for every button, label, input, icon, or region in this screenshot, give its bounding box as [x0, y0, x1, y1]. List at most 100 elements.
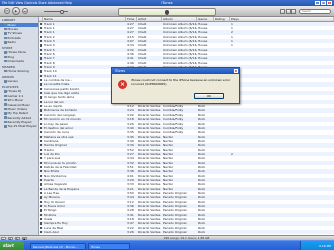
checkmark-icon[interactable]: ✓ — [40, 205, 43, 208]
checkmark-icon[interactable]: ✓ — [40, 157, 43, 160]
sidebar: LIBRARY Music Movies TV Shows Podcasts Radio S… — [0, 17, 39, 235]
previous-track-button[interactable]: ⏮ — [4, 8, 10, 14]
sidebar-item-icon — [4, 125, 7, 128]
sidebar-item-icon — [4, 116, 7, 119]
volume-slider[interactable] — [44, 11, 68, 13]
checkmark-icon[interactable]: ✓ — [40, 131, 43, 134]
checkmark-icon[interactable]: ✓ — [40, 170, 43, 173]
taskbar-item-recoveryboot[interactable]: RecoveryBoot.exe (2) - Micros... — [30, 242, 86, 250]
checkmark-icon[interactable]: ✓ — [40, 118, 43, 121]
close-window-button[interactable]: × — [327, 1, 332, 5]
sidebar-item-label: Recently Played — [7, 120, 32, 125]
column-header-artist[interactable]: Artist — [137, 17, 162, 21]
checkmark-icon[interactable]: ✓ — [40, 48, 43, 51]
checkmark-icon[interactable]: ✓ — [40, 96, 43, 99]
checkmark-icon[interactable]: ✓ — [40, 200, 43, 203]
checkmark-icon[interactable]: ✓ — [40, 61, 43, 64]
checkmark-icon[interactable]: ✓ — [40, 218, 43, 221]
checkmark-icon[interactable]: ✓ — [40, 22, 43, 25]
grid-view-button[interactable] — [285, 8, 291, 14]
column-header-rating[interactable]: Rating — [214, 17, 230, 21]
checkmark-icon[interactable]: ✓ — [40, 109, 43, 112]
checkmark-icon[interactable]: ✓ — [40, 148, 43, 151]
ok-button[interactable]: OK — [194, 93, 224, 99]
checkmark-icon[interactable]: ✓ — [40, 196, 43, 199]
checkmark-icon[interactable]: ✓ — [40, 35, 43, 38]
cell-name: Cielo Azul — [44, 230, 59, 235]
checkmark-icon[interactable]: ✓ — [40, 92, 43, 95]
dialog-title: iTunes — [115, 69, 126, 73]
checkmark-icon[interactable]: ✓ — [40, 174, 43, 177]
checkmark-icon[interactable]: ✓ — [40, 39, 43, 43]
sidebar-item-label: iTunes Store — [7, 50, 26, 55]
checkmark-icon[interactable]: ✓ — [40, 105, 43, 108]
sidebar-item-icon — [4, 103, 7, 106]
checkmark-icon[interactable]: ✓ — [40, 187, 43, 190]
checkmark-icon[interactable]: ✓ — [40, 31, 43, 34]
view-buttons — [280, 8, 296, 14]
column-header-genre[interactable]: Genre — [197, 17, 214, 21]
checkmark-icon[interactable]: ✓ — [40, 213, 43, 216]
checkmark-icon[interactable]: ✓ — [40, 83, 43, 86]
sidebar-item-label: Genius — [7, 79, 18, 84]
sidebar-item-label: 90's Music — [7, 98, 24, 103]
taskbar-item-itunes[interactable]: iTunes — [88, 242, 130, 250]
sidebar-item-icon — [4, 107, 7, 111]
cell-artist: Ricardo Verdes — [138, 230, 161, 235]
checkmark-icon[interactable]: ✓ — [40, 231, 43, 234]
checkmark-icon[interactable]: ✓ — [40, 87, 43, 90]
volume-knob[interactable] — [60, 9, 64, 14]
sidebar-item-icon — [4, 36, 7, 40]
search-input[interactable] — [299, 8, 331, 14]
checkmark-icon[interactable]: ✓ — [40, 165, 43, 169]
checkmark-icon[interactable]: ✓ — [40, 144, 43, 147]
checkmark-icon[interactable]: ✓ — [40, 222, 43, 225]
minimize-button[interactable]: _ — [315, 1, 320, 5]
checkmark-icon[interactable]: ✓ — [40, 139, 43, 143]
play-button[interactable]: ▶ — [12, 7, 20, 15]
error-icon: × — [118, 80, 127, 89]
checkmark-icon[interactable]: ✓ — [40, 126, 43, 130]
sidebar-item-label: Music Videos — [7, 106, 27, 111]
sidebar-item-label: Gamer 2.1 — [7, 93, 24, 98]
checkmark-icon[interactable]: ✓ — [40, 178, 43, 182]
system-tray-clock: 4:16 PM — [300, 241, 334, 250]
checkmark-icon[interactable]: ✓ — [40, 183, 43, 186]
coverflow-view-button[interactable] — [291, 8, 296, 14]
checkmark-icon[interactable]: ✓ — [40, 66, 43, 69]
column-header-time[interactable]: Time — [126, 17, 137, 21]
checkmark-icon[interactable]: ✓ — [40, 70, 43, 73]
checkmark-icon[interactable]: ✓ — [40, 192, 43, 195]
column-header-name[interactable]: Name — [43, 17, 126, 21]
checkmark-icon[interactable]: ✓ — [40, 53, 43, 56]
checkmark-icon[interactable]: ✓ — [40, 79, 43, 82]
dialog-titlebar: iTunes × — [112, 68, 239, 74]
checkmark-icon[interactable]: ✓ — [40, 135, 43, 138]
column-header-plays[interactable]: Plays — [230, 17, 334, 21]
sidebar-item-label: Podcasts — [7, 35, 21, 40]
maximize-button[interactable]: □ — [321, 1, 326, 5]
start-button[interactable]: start — [0, 241, 24, 250]
checkmark-icon[interactable]: ✓ — [40, 100, 43, 103]
column-header-album[interactable]: Album — [162, 17, 197, 21]
sidebar-item-top-25-most-played[interactable]: Top 25 Most Played — [0, 124, 38, 128]
list-view-button[interactable] — [280, 8, 285, 14]
dialog-close-button[interactable]: × — [234, 69, 238, 73]
checkmark-icon[interactable]: ✓ — [40, 209, 43, 212]
table-body: ✓ Track 1 4:27 Chelli Unknown Album (6/14/..… — [39, 21, 334, 235]
checkmark-icon[interactable]: ✓ — [40, 152, 43, 156]
next-track-button[interactable]: ⏭ — [22, 8, 28, 14]
checkmark-icon[interactable]: ✓ — [40, 226, 43, 229]
checkmark-icon[interactable]: ✓ — [40, 113, 43, 117]
checkmark-icon[interactable]: ✓ — [40, 74, 43, 77]
checkmark-icon[interactable]: ✓ — [40, 122, 43, 125]
table-row[interactable]: ✓ Cielo Azul 3:26 Ricardo Verdes Pecado Orig… — [39, 230, 334, 235]
apple-logo-icon — [165, 10, 169, 15]
checkmark-icon[interactable]: ✓ — [40, 57, 43, 60]
checkmark-icon[interactable]: ✓ — [40, 161, 43, 164]
sidebar-item-label: Downloads — [7, 59, 24, 64]
checkmark-icon[interactable]: ✓ — [40, 26, 43, 30]
checkmark-icon[interactable]: ✓ — [40, 44, 43, 47]
sidebar-item-label: TV Shows — [7, 31, 23, 36]
sidebar-item-label: Movies — [7, 27, 18, 32]
